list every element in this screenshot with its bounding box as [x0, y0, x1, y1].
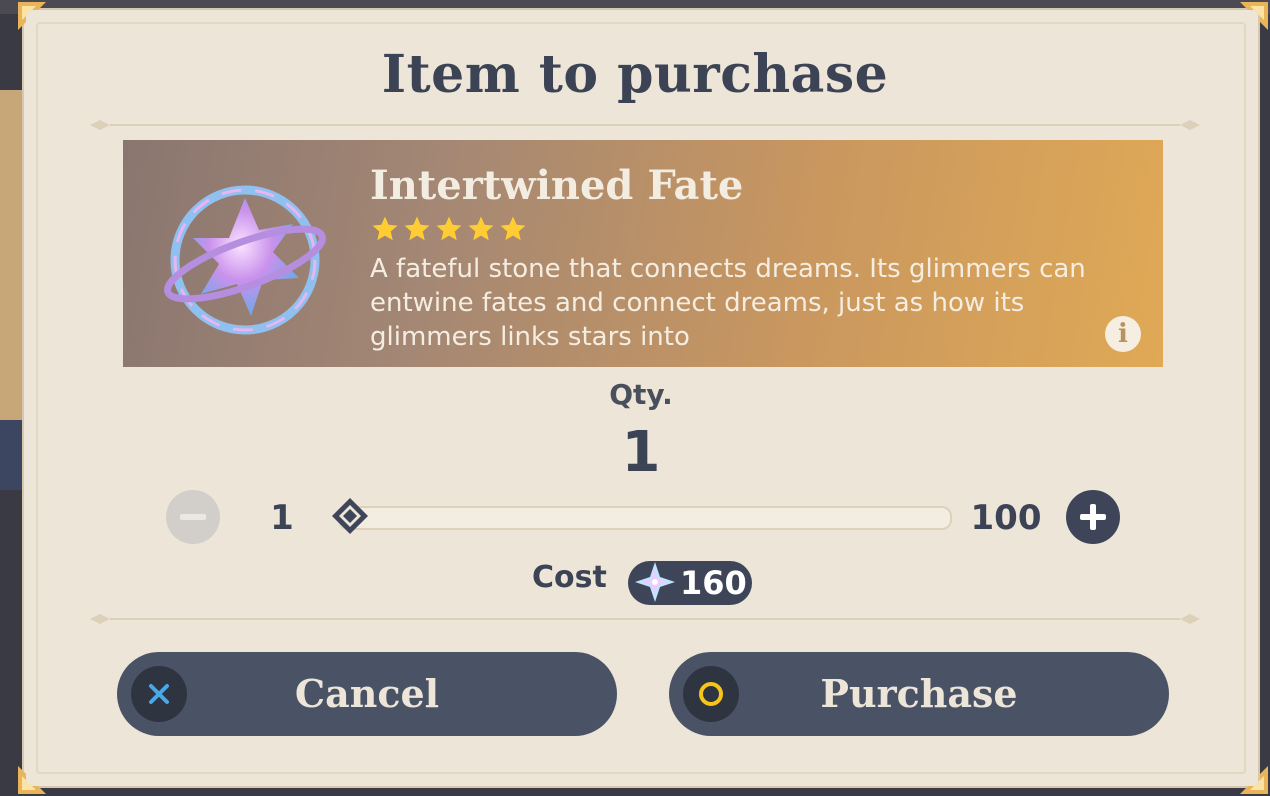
info-icon[interactable]: i: [1105, 316, 1141, 352]
increase-quantity-button[interactable]: [1066, 490, 1120, 544]
star-icon: [468, 216, 494, 241]
quantity-slider-handle[interactable]: [330, 496, 370, 536]
primogem-icon: [632, 559, 678, 605]
rarity-stars: [370, 214, 528, 244]
decrease-quantity-button[interactable]: [166, 490, 220, 544]
star-icon: [404, 216, 430, 241]
star-icon: [436, 216, 462, 241]
quantity-min: 1: [270, 498, 294, 538]
item-card: Intertwined Fate A fateful stone that co…: [123, 140, 1163, 367]
minus-icon: [180, 514, 206, 520]
quantity-value: 1: [621, 420, 661, 485]
quantity-label: Qty.: [609, 378, 673, 411]
star-icon: [500, 216, 526, 241]
cost-value: 160: [680, 564, 747, 602]
dialog-title: Item to purchase: [381, 44, 889, 105]
item-description[interactable]: A fateful stone that connects dreams. It…: [370, 252, 1110, 354]
intertwined-fate-icon: [153, 168, 333, 348]
purchase-button[interactable]: Purchase: [669, 652, 1169, 736]
ornamental-divider: [90, 118, 1200, 132]
corner-ornament-icon: [16, 0, 56, 40]
quantity-max: 100: [970, 498, 1042, 538]
quantity-slider-track[interactable]: [338, 506, 952, 530]
ornamental-divider: [90, 612, 1200, 626]
cost-badge: 160: [628, 561, 752, 605]
item-name: Intertwined Fate: [370, 162, 744, 209]
cancel-button-label: Cancel: [294, 671, 440, 716]
cost-label: Cost: [532, 560, 607, 595]
corner-ornament-icon: [1230, 0, 1270, 40]
purchase-button-label: Purchase: [820, 671, 1018, 716]
corner-ornament-icon: [1230, 756, 1270, 796]
corner-ornament-icon: [16, 756, 56, 796]
star-icon: [372, 216, 398, 241]
cancel-button[interactable]: Cancel: [117, 652, 617, 736]
